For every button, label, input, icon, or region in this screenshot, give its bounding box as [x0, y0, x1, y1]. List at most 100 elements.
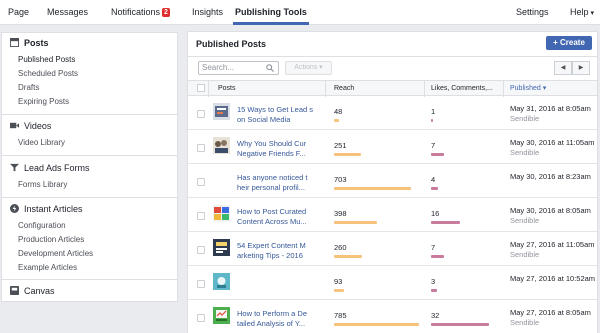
table-row[interactable]: Has anyone noticed t heir personal profi… — [188, 165, 597, 198]
row-checkbox[interactable] — [197, 178, 205, 186]
reach-bar — [334, 255, 362, 258]
column-header-reach[interactable]: Reach — [334, 81, 354, 97]
published-source: Sendible — [510, 216, 540, 225]
column-header-published[interactable]: Published ▾ — [510, 81, 595, 97]
row-checkbox[interactable] — [197, 246, 205, 254]
panel-title: Published Posts — [196, 39, 267, 49]
engagement-value: 4 — [431, 175, 436, 184]
sidebar-item-expiring-posts[interactable]: Expiring Posts — [18, 96, 69, 107]
reach-value: 785 — [334, 311, 347, 320]
divider — [2, 155, 177, 156]
reach-value: 251 — [334, 141, 347, 150]
tab-help[interactable]: Help ▾ — [570, 0, 594, 25]
reach-bar — [334, 323, 419, 326]
engagement-bar — [431, 323, 489, 326]
tab-publishing-tools-label: Publishing Tools — [235, 7, 307, 17]
reach-value: 398 — [334, 209, 347, 218]
row-checkbox[interactable] — [197, 314, 205, 322]
divider — [188, 56, 597, 57]
published-source: Sendible — [510, 114, 540, 123]
engagement-value: 7 — [431, 141, 436, 150]
sidebar-section-lead-ads[interactable]: Lead Ads Forms — [10, 162, 90, 174]
published-date: May 30, 2016 at 11:05am — [510, 138, 595, 147]
column-header-posts[interactable]: Posts — [218, 81, 236, 97]
sidebar-section-videos[interactable]: Videos — [10, 120, 51, 132]
pager-next-button[interactable]: ▶ — [572, 61, 590, 75]
post-title-link[interactable]: How to Perform a De tailed Analysis of Y… — [237, 309, 321, 331]
table-row[interactable]: 15 Ways to Get Lead s on Social Media 48… — [188, 97, 597, 130]
row-checkbox[interactable] — [197, 144, 205, 152]
divider — [2, 279, 177, 280]
post-title-link[interactable]: Has anyone noticed t heir personal profi… — [237, 173, 321, 195]
table-row[interactable]: How to Post Curated Content Across Mu...… — [188, 199, 597, 232]
tab-messages[interactable]: Messages — [47, 0, 88, 25]
engagement-bar — [431, 119, 433, 122]
engagement-bar — [431, 289, 437, 292]
row-checkbox[interactable] — [197, 212, 205, 220]
reach-value: 93 — [334, 277, 343, 286]
post-title-link[interactable]: 15 Ways to Get Lead s on Social Media — [237, 105, 321, 127]
row-checkbox[interactable] — [197, 110, 205, 118]
select-all-checkbox[interactable] — [197, 84, 205, 92]
tab-insights[interactable]: Insights — [192, 0, 223, 25]
reach-bar — [334, 187, 411, 190]
reach-value: 260 — [334, 243, 347, 252]
sidebar-item-scheduled-posts[interactable]: Scheduled Posts — [18, 68, 78, 79]
divider — [325, 81, 326, 97]
sidebar-item-example-articles[interactable]: Example Articles — [18, 262, 77, 273]
create-button[interactable]: + Create — [546, 36, 592, 50]
published-source: Sendible — [510, 148, 540, 157]
sidebar-section-posts[interactable]: Posts — [10, 37, 49, 49]
sidebar-section-canvas[interactable]: Canvas — [10, 285, 55, 297]
tab-settings[interactable]: Settings — [516, 0, 549, 25]
engagement-bar — [431, 187, 438, 190]
sidebar-item-video-library[interactable]: Video Library — [18, 137, 65, 148]
post-title-link[interactable]: 54 Expert Content M arketing Tips - 2016 — [237, 241, 321, 263]
table-row[interactable]: 93 3 May 27, 2016 at 10:52am — [188, 267, 597, 300]
engagement-value: 1 — [431, 107, 436, 116]
sidebar-item-development-articles[interactable]: Development Articles — [18, 248, 93, 259]
sidebar-item-configuration[interactable]: Configuration — [18, 220, 66, 231]
published-date: May 27, 2016 at 10:52am — [510, 274, 596, 283]
row-checkbox[interactable] — [197, 280, 205, 288]
published-source: Sendible — [510, 318, 540, 327]
posts-icon — [10, 38, 19, 47]
sidebar-item-published-posts[interactable]: Published Posts — [18, 54, 75, 65]
reach-bar — [334, 153, 361, 156]
post-thumbnail — [213, 205, 230, 222]
engagement-value: 7 — [431, 243, 436, 252]
sidebar-item-forms-library[interactable]: Forms Library — [18, 179, 67, 190]
tab-page[interactable]: Page — [8, 0, 29, 25]
sidebar-section-instant-articles-label: Instant Articles — [24, 204, 83, 214]
post-thumbnail — [213, 137, 230, 154]
search-input[interactable]: Search... — [198, 61, 279, 75]
divider — [2, 197, 177, 198]
canvas-icon — [10, 286, 19, 295]
tab-notifications[interactable]: Notifications 2 — [111, 0, 170, 25]
pager-prev-button[interactable]: ◀ — [554, 61, 572, 75]
post-thumbnail — [213, 239, 230, 256]
column-header-engagement[interactable]: Likes, Comments,... — [431, 81, 493, 97]
reach-bar — [334, 289, 344, 292]
search-placeholder: Search... — [202, 63, 235, 72]
engagement-bar — [431, 221, 460, 224]
notifications-badge: 2 — [162, 8, 170, 17]
published-date: May 27, 2016 at 8:05am — [510, 308, 591, 317]
published-date: May 30, 2016 at 8:23am — [510, 172, 591, 181]
sidebar-item-production-articles[interactable]: Production Articles — [18, 234, 84, 245]
tab-publishing-tools[interactable]: Publishing Tools — [233, 0, 309, 25]
table-row[interactable]: 54 Expert Content M arketing Tips - 2016… — [188, 233, 597, 266]
actions-dropdown[interactable]: Actions ▾ — [285, 61, 332, 75]
reach-value: 703 — [334, 175, 347, 184]
post-title-link[interactable]: Why You Should Cur Negative Friends F... — [237, 139, 321, 161]
table-row[interactable]: How to Perform a De tailed Analysis of Y… — [188, 301, 597, 333]
post-title-link[interactable] — [237, 275, 321, 297]
reach-bar — [334, 119, 339, 122]
divider — [503, 81, 504, 97]
engagement-value: 3 — [431, 277, 436, 286]
sidebar: Posts Published Posts Scheduled Posts Dr… — [1, 32, 178, 302]
sidebar-section-instant-articles[interactable]: Instant Articles — [10, 203, 83, 215]
table-row[interactable]: Why You Should Cur Negative Friends F...… — [188, 131, 597, 164]
sidebar-item-drafts[interactable]: Drafts — [18, 82, 39, 93]
post-title-link[interactable]: How to Post Curated Content Across Mu... — [237, 207, 321, 229]
